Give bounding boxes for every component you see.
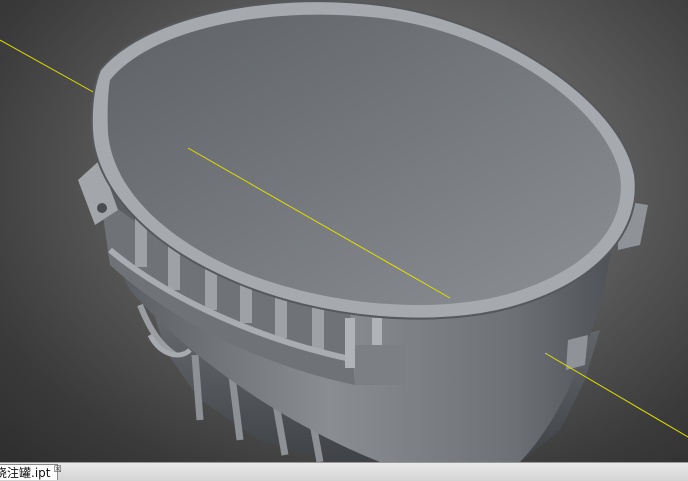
work-axis-segment — [0, 39, 96, 94]
document-tab-label: 浇注罐.ipt — [0, 465, 51, 480]
lifting-lug-lower-right — [566, 335, 588, 370]
lug-hole-left — [97, 203, 107, 213]
document-tab[interactable]: 浇注罐.ipt ☒ — [0, 464, 62, 480]
3d-viewport[interactable] — [0, 0, 688, 462]
close-icon[interactable]: ☒ — [53, 465, 61, 475]
document-tab-bar: 浇注罐.ipt ☒ — [0, 462, 688, 481]
model-scene[interactable] — [0, 0, 688, 462]
